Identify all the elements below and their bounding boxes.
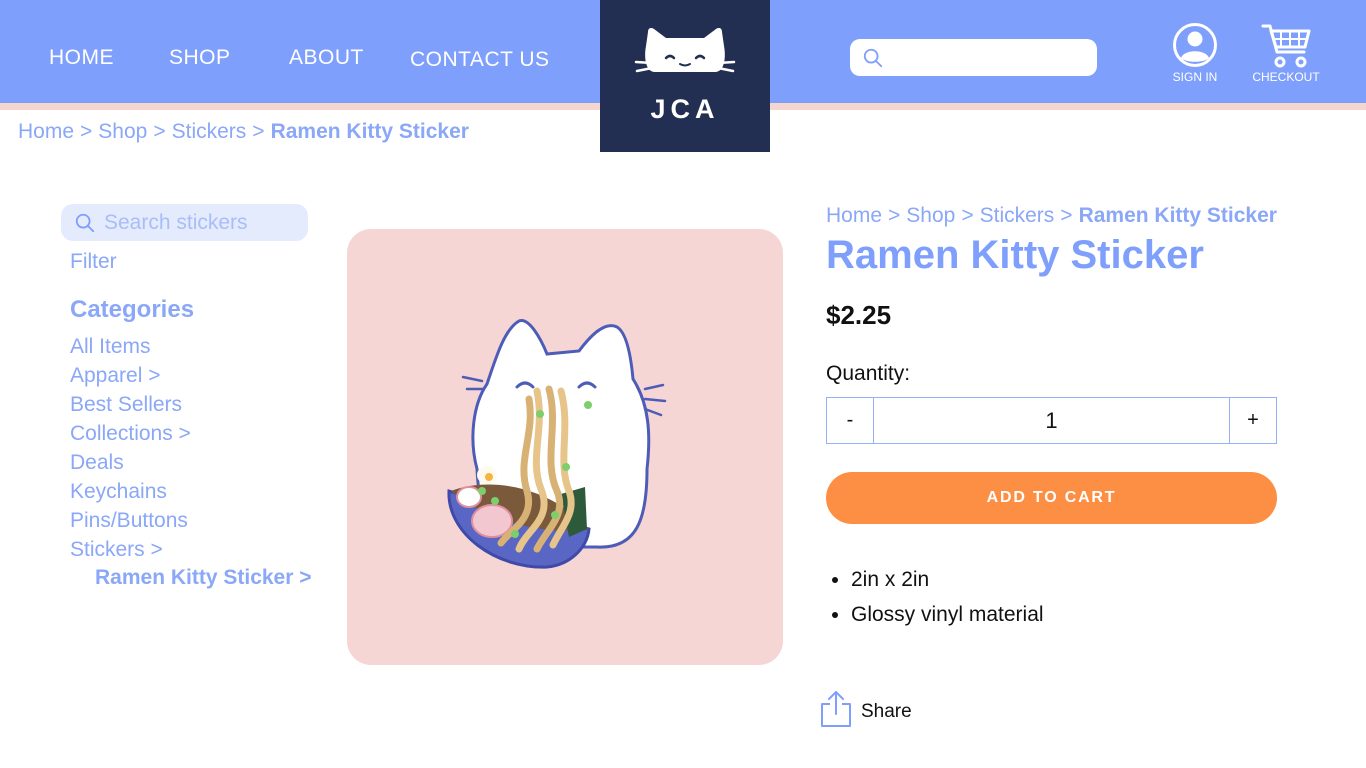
sign-in-button[interactable]: SIGN IN (1166, 22, 1224, 84)
breadcrumb-separator: > (961, 204, 974, 227)
breadcrumb-separator: > (252, 120, 265, 143)
quantity-stepper: - + (826, 397, 1277, 444)
quantity-label: Quantity: (826, 362, 911, 385)
category-list: All Items Apparel > Best Sellers Collect… (70, 334, 191, 566)
breadcrumb-home[interactable]: Home (18, 120, 74, 143)
ramen-kitty-illustration (447, 319, 667, 569)
product-image (347, 229, 783, 665)
user-icon (1173, 23, 1217, 67)
category-deals[interactable]: Deals (70, 450, 191, 479)
category-apparel[interactable]: Apparel > (70, 363, 191, 392)
add-to-cart-button[interactable]: ADD TO CART (826, 472, 1277, 524)
header-search-bar[interactable] (850, 39, 1097, 76)
breadcrumb-separator: > (1060, 204, 1073, 227)
checkout-label: CHECKOUT (1252, 70, 1320, 84)
category-keychains[interactable]: Keychains (70, 479, 191, 508)
sign-in-label: SIGN IN (1172, 70, 1218, 84)
category-pins-buttons[interactable]: Pins/Buttons (70, 508, 191, 537)
product-features: 2in x 2in Glossy vinyl material (851, 566, 1044, 636)
share-icon (821, 691, 851, 727)
logo-wordmark: JCA (650, 94, 720, 124)
site-logo[interactable]: JCA (600, 0, 770, 152)
feature-item: 2in x 2in (851, 566, 1044, 601)
checkout-button[interactable]: CHECKOUT (1247, 22, 1325, 84)
categories-heading: Categories (70, 296, 195, 323)
category-all-items[interactable]: All Items (70, 334, 191, 363)
breadcrumb-shop[interactable]: Shop (98, 120, 147, 143)
breadcrumb-stickers[interactable]: Stickers (172, 120, 247, 143)
breadcrumb-shop[interactable]: Shop (906, 204, 955, 227)
nav-contact-link[interactable]: CONTACT US (410, 48, 550, 72)
nav-about-link[interactable]: ABOUT (289, 46, 364, 70)
product-title: Ramen Kitty Sticker (826, 233, 1204, 277)
cart-icon (1261, 24, 1311, 68)
breadcrumb: Home > Shop > Stickers > Ramen Kitty Sticker (18, 120, 469, 144)
search-icon (75, 213, 95, 233)
quantity-increase-button[interactable]: + (1229, 398, 1276, 443)
category-collections[interactable]: Collections > (70, 421, 191, 450)
breadcrumb-home[interactable]: Home (826, 204, 882, 227)
cat-logo-icon (634, 28, 736, 73)
category-ramen-kitty-sticker[interactable]: Ramen Kitty Sticker > (95, 566, 312, 590)
sidebar-search-input[interactable] (104, 208, 299, 237)
breadcrumb-stickers[interactable]: Stickers (980, 204, 1055, 227)
breadcrumb-separator: > (80, 120, 93, 143)
feature-item: Glossy vinyl material (851, 601, 1044, 636)
nav-home-link[interactable]: HOME (49, 46, 114, 70)
breadcrumb-current: Ramen Kitty Sticker (270, 120, 469, 143)
product-breadcrumb: Home > Shop > Stickers > Ramen Kitty Sticker (826, 204, 1277, 228)
share-label: Share (861, 701, 912, 722)
breadcrumb-separator: > (888, 204, 901, 227)
breadcrumb-current: Ramen Kitty Sticker (1078, 204, 1277, 227)
share-button[interactable]: Share (820, 690, 912, 728)
category-stickers[interactable]: Stickers > (70, 537, 191, 566)
breadcrumb-separator: > (153, 120, 166, 143)
search-icon (863, 48, 883, 68)
filter-link[interactable]: Filter (70, 250, 117, 274)
category-best-sellers[interactable]: Best Sellers (70, 392, 191, 421)
product-price: $2.25 (826, 300, 892, 330)
nav-shop-link[interactable]: SHOP (169, 46, 231, 70)
quantity-decrease-button[interactable]: - (827, 398, 874, 443)
sidebar-search[interactable] (61, 204, 308, 241)
quantity-input[interactable] (874, 398, 1229, 443)
